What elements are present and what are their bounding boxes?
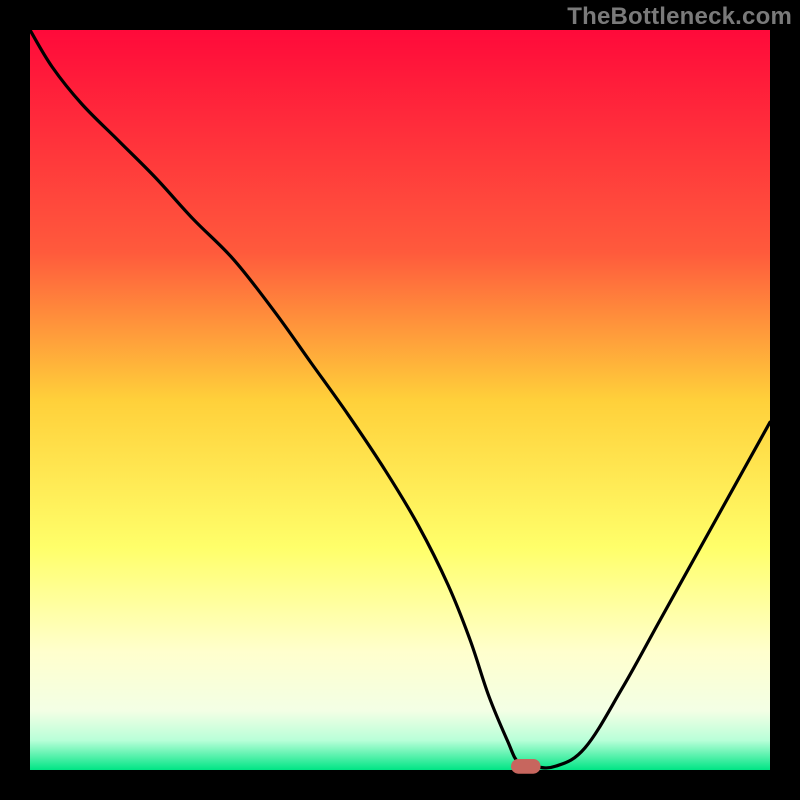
watermark-label: TheBottleneck.com: [567, 3, 792, 31]
bottleneck-chart: [0, 0, 800, 800]
plot-background: [30, 30, 770, 770]
chart-frame: TheBottleneck.com: [0, 0, 800, 800]
optimal-marker: [511, 759, 541, 774]
